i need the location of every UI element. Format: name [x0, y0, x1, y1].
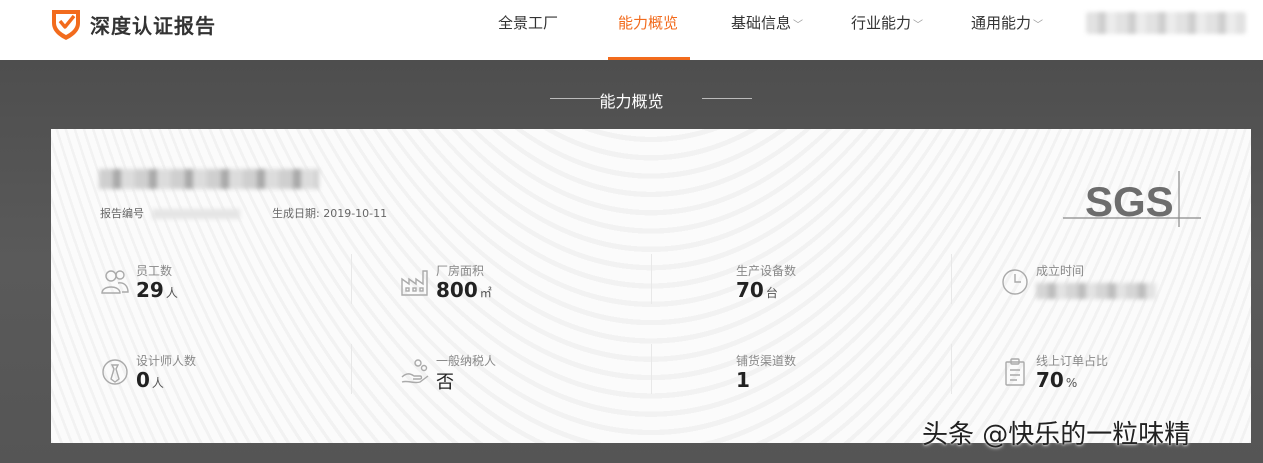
nav-label: 基础信息 [731, 14, 792, 32]
stat-label: 生产设备数 [736, 264, 797, 278]
stat-designers: 设计师人数 0人 [100, 354, 320, 395]
column-divider [951, 344, 952, 394]
stat-value: 70% [1036, 368, 1077, 392]
designer-icon [102, 359, 128, 385]
stat-unit: % [1065, 376, 1078, 390]
nav-general-capability[interactable]: 通用能力 ﹀ [971, 12, 1043, 33]
nav-basic-info[interactable]: 基础信息 ﹀ [731, 12, 803, 33]
stat-number: 0 [136, 368, 150, 392]
stat-number: 29 [136, 278, 164, 302]
clipboard-icon [1005, 358, 1025, 386]
stat-label: 成立时间 [1036, 264, 1085, 278]
stat-employees: 员工数 29 人 [100, 264, 320, 305]
stat-label: 线上订单占比 [1036, 354, 1109, 368]
nav-label: 行业能力 [851, 14, 912, 32]
stat-equipment-count: 生产设备数 70 台 [700, 264, 920, 305]
established-date-blurred [1036, 283, 1156, 299]
company-name-blurred [99, 169, 319, 189]
column-divider [651, 344, 652, 394]
stat-unit: 人 [165, 286, 178, 300]
stat-established-date: 成立时间 [1000, 264, 1220, 305]
stat-sales-channels: 铺货渠道数 1 [700, 354, 920, 395]
stat-label: 厂房面积 [436, 264, 485, 278]
stat-factory-area: 厂房面积 800 ㎡ [400, 264, 620, 305]
top-navbar: 深度认证报告 全景工厂 能力概览 基础信息 ﹀ 行业能力 ﹀ 通用能力 ﹀ [0, 0, 1263, 60]
column-divider [951, 254, 952, 304]
report-number: 报告编号 [100, 205, 240, 221]
overview-card: 报告编号 生成日期: 2019-10-11 SGS 员工数 29 人 厂房面积 8… [51, 129, 1251, 443]
stat-label: 一般纳税人 [436, 354, 497, 368]
report-number-blurred [152, 209, 240, 219]
stat-label: 员工数 [136, 264, 173, 278]
section-title: 能力概览 [599, 92, 664, 111]
nav-label: 通用能力 [971, 14, 1032, 32]
stat-number: 否 [436, 372, 454, 393]
nav-capability-overview[interactable]: 能力概览 [618, 12, 678, 33]
nav-label: 全景工厂 [498, 14, 559, 32]
stat-unit: ㎡ [479, 286, 492, 300]
stat-number: 70 [1036, 368, 1064, 392]
shield-check-icon [52, 10, 80, 40]
stat-number: 800 [436, 278, 478, 302]
nav-panorama-factory[interactable]: 全景工厂 [498, 12, 558, 33]
stat-value: 1 [736, 368, 750, 392]
stat-number: 1 [736, 368, 750, 392]
hand-coins-icon [401, 359, 429, 384]
stat-value: 29 人 [136, 278, 178, 302]
stat-value: 800 ㎡ [436, 278, 492, 302]
nav-industry-capability[interactable]: 行业能力 ﹀ [851, 12, 923, 33]
brand-name: 深度认证报告 [90, 13, 216, 38]
stat-value: 否 [436, 368, 454, 394]
report-date-value: 2019-10-11 [323, 207, 388, 220]
chevron-down-icon: ﹀ [793, 20, 804, 31]
clock-icon [1002, 269, 1028, 295]
chevron-down-icon: ﹀ [1033, 20, 1044, 31]
brand-logo[interactable]: 深度认证报告 [50, 6, 216, 42]
factory-icon [401, 270, 428, 296]
user-account-blurred[interactable] [1086, 12, 1246, 34]
nav-label: 能力概览 [618, 14, 679, 32]
stat-value: 0人 [136, 368, 164, 392]
report-number-label: 报告编号 [100, 207, 144, 220]
stat-label: 铺货渠道数 [736, 354, 797, 368]
stat-label: 设计师人数 [136, 354, 197, 368]
column-divider [651, 254, 652, 304]
report-date: 生成日期: 2019-10-11 [272, 205, 387, 221]
column-divider [351, 344, 352, 394]
watermark-text: 头条 @快乐的一粒味精 [922, 420, 1191, 450]
people-icon [101, 270, 129, 294]
report-date-label: 生成日期: [272, 207, 320, 220]
stat-unit: 台 [765, 286, 778, 300]
stat-unit: 人 [151, 376, 164, 390]
stat-general-taxpayer: 一般纳税人 否 [400, 354, 620, 395]
sgs-logo-text: SGS [1085, 178, 1174, 225]
title-divider-right [702, 98, 752, 99]
stat-value: 70 台 [736, 278, 778, 302]
sgs-certification-logo: SGS [1063, 171, 1201, 227]
chevron-down-icon: ﹀ [913, 20, 924, 31]
stat-online-order-ratio: 线上订单占比 70% [1000, 354, 1220, 395]
column-divider [351, 254, 352, 304]
stat-number: 70 [736, 278, 764, 302]
